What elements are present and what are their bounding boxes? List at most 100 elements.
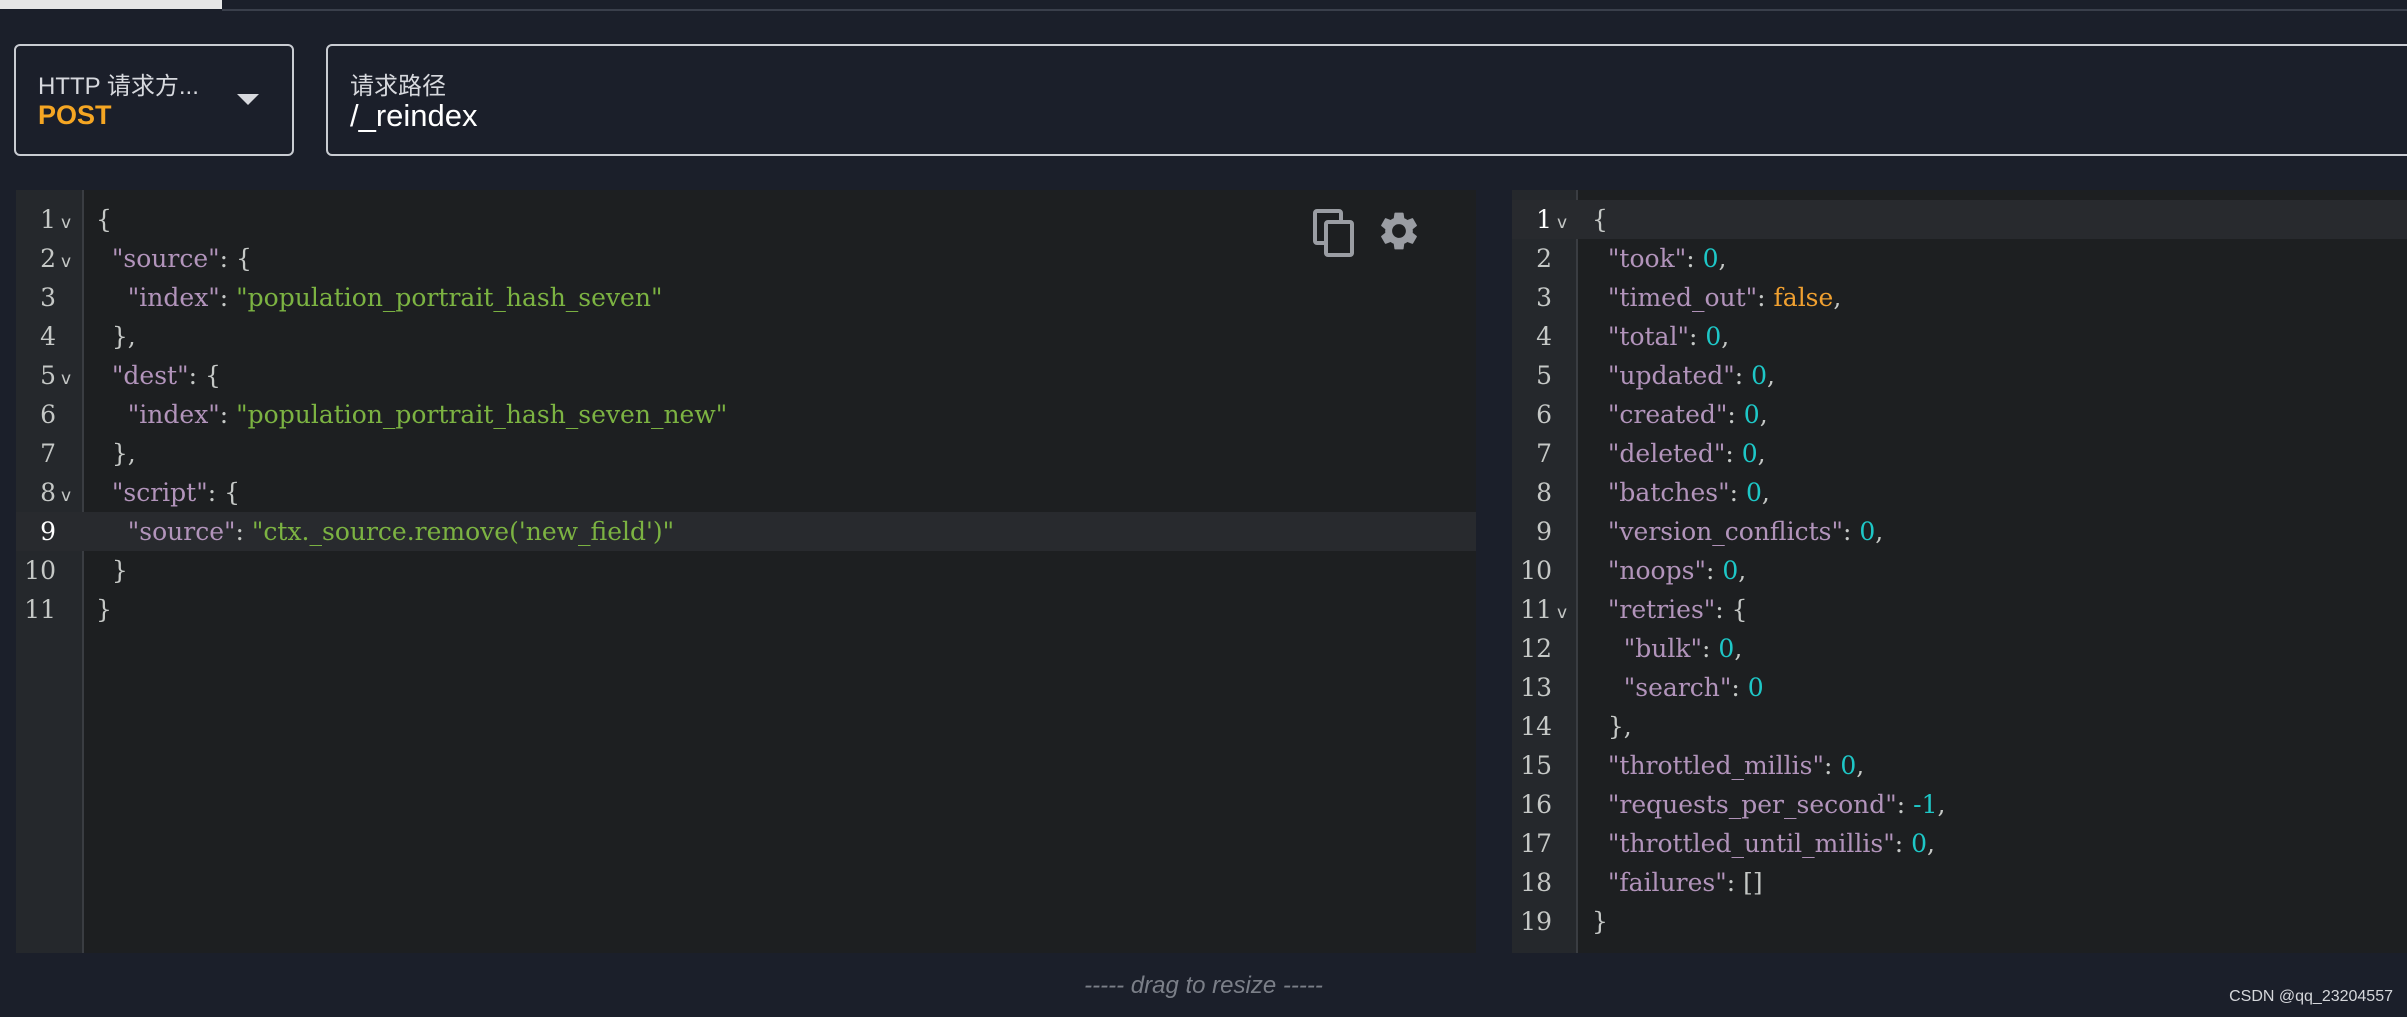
code-line[interactable]: 10 } (16, 551, 1476, 590)
code-text[interactable]: "throttled_until_millis": 0, (1592, 824, 1935, 863)
code-text[interactable]: "took": 0, (1592, 239, 1727, 278)
watermark: CSDN @qq_23204557 (2229, 988, 2393, 1005)
line-number: 5 (40, 361, 56, 390)
http-method-select[interactable]: HTTP 请求方... POST (14, 44, 294, 156)
code-line[interactable]: 18 "failures": [] (1512, 863, 2407, 902)
code-text[interactable]: "version_conflicts": 0, (1592, 512, 1883, 551)
http-method-value: POST (38, 100, 112, 130)
code-text[interactable]: "deleted": 0, (1592, 434, 1766, 473)
code-line[interactable]: 19} (1512, 902, 2407, 941)
line-number: 11 (1520, 595, 1552, 624)
code-line[interactable]: 11 v "retries": { (1512, 590, 2407, 629)
code-text[interactable]: "index": "population_portrait_hash_seven… (96, 278, 663, 317)
code-line[interactable]: 12 "bulk": 0, (1512, 629, 2407, 668)
line-number: 5 (1536, 361, 1552, 390)
code-line[interactable]: 14 }, (1512, 707, 2407, 746)
code-line[interactable]: 8v "script": { (16, 473, 1476, 512)
line-number: 18 (1520, 868, 1552, 897)
line-number: 9 (40, 517, 56, 546)
chevron-down-icon[interactable] (237, 94, 259, 105)
code-line[interactable]: 3 "index": "population_portrait_hash_sev… (16, 278, 1476, 317)
code-text[interactable]: "dest": { (96, 356, 221, 395)
code-text[interactable]: "bulk": 0, (1592, 629, 1742, 668)
fold-toggle-icon[interactable]: v (61, 243, 71, 282)
code-text[interactable]: } (96, 551, 128, 590)
code-text[interactable]: "timed_out": false, (1592, 278, 1841, 317)
line-number: 2 (40, 244, 56, 273)
resize-handle[interactable]: ----- drag to resize ----- (0, 972, 2407, 1000)
code-line[interactable]: 2 "took": 0, (1512, 239, 2407, 278)
code-line[interactable]: 10 "noops": 0, (1512, 551, 2407, 590)
code-text[interactable]: "search": 0 (1592, 668, 1764, 707)
code-text[interactable]: "noops": 0, (1592, 551, 1746, 590)
tab-bar-divider (222, 9, 2407, 11)
line-number: 10 (24, 556, 56, 585)
line-number: 3 (40, 283, 56, 312)
fold-toggle-icon[interactable]: v (61, 360, 71, 399)
code-text[interactable]: }, (96, 434, 136, 473)
request-path-field[interactable]: 请求路径 /_reindex (326, 44, 2407, 156)
gear-icon[interactable] (1376, 208, 1422, 254)
code-text[interactable]: "retries": { (1592, 590, 1748, 629)
code-line[interactable]: 7 "deleted": 0, (1512, 434, 2407, 473)
line-number: 13 (1520, 673, 1552, 702)
fold-toggle-icon[interactable]: v (1557, 204, 1567, 243)
line-number: 16 (1520, 790, 1552, 819)
code-text[interactable]: } (1592, 902, 1608, 941)
code-line[interactable]: 5v "dest": { (16, 356, 1476, 395)
code-line[interactable]: 6 "index": "population_portrait_hash_sev… (16, 395, 1476, 434)
code-line[interactable]: 17 "throttled_until_millis": 0, (1512, 824, 2407, 863)
code-line[interactable]: 11} (16, 590, 1476, 629)
code-line[interactable]: 9 "source": "ctx._source.remove('new_fie… (16, 512, 1476, 551)
line-number: 1 (1536, 205, 1552, 234)
line-number: 6 (1536, 400, 1552, 429)
code-line[interactable]: 8 "batches": 0, (1512, 473, 2407, 512)
code-line[interactable]: 16 "requests_per_second": -1, (1512, 785, 2407, 824)
line-number: 14 (1520, 712, 1552, 741)
fold-toggle-icon[interactable]: v (61, 477, 71, 516)
copy-icon[interactable] (1312, 208, 1356, 258)
code-line[interactable]: 1 v{ (16, 200, 1476, 239)
code-text[interactable]: } (96, 590, 112, 629)
code-text[interactable]: "throttled_millis": 0, (1592, 746, 1864, 785)
code-text[interactable]: "created": 0, (1592, 395, 1768, 434)
code-line[interactable]: 6 "created": 0, (1512, 395, 2407, 434)
line-number: 8 (1536, 478, 1552, 507)
fold-toggle-icon[interactable]: v (61, 204, 71, 243)
response-body-viewer[interactable]: 1 v{2 "took": 0, 3 "timed_out": false, 4 "t… (1512, 190, 2407, 953)
code-text[interactable]: }, (1592, 707, 1632, 746)
line-number: 9 (1536, 517, 1552, 546)
code-text[interactable]: "failures": [] (1592, 863, 1763, 902)
active-tab-indicator (0, 0, 222, 9)
code-text[interactable]: }, (96, 317, 136, 356)
request-path-input[interactable]: /_reindex (350, 98, 478, 134)
fold-toggle-icon[interactable]: v (1557, 594, 1567, 633)
request-path-label: 请求路径 (350, 73, 446, 100)
code-text[interactable]: "updated": 0, (1592, 356, 1775, 395)
code-text[interactable]: "script": { (96, 473, 240, 512)
code-line[interactable]: 5 "updated": 0, (1512, 356, 2407, 395)
code-line[interactable]: 4 "total": 0, (1512, 317, 2407, 356)
code-text[interactable]: "batches": 0, (1592, 473, 1770, 512)
code-line[interactable]: 7 }, (16, 434, 1476, 473)
code-text[interactable]: "source": "ctx._source.remove('new_field… (96, 512, 674, 551)
code-line[interactable]: 13 "search": 0 (1512, 668, 2407, 707)
line-number: 10 (1520, 556, 1552, 585)
code-text[interactable]: { (96, 200, 112, 239)
code-line[interactable]: 2v "source": { (16, 239, 1476, 278)
code-line[interactable]: 9 "version_conflicts": 0, (1512, 512, 2407, 551)
code-text[interactable]: "source": { (96, 239, 252, 278)
code-line[interactable]: 15 "throttled_millis": 0, (1512, 746, 2407, 785)
line-number: 7 (1536, 439, 1552, 468)
code-line[interactable]: 4 }, (16, 317, 1476, 356)
code-text[interactable]: "total": 0, (1592, 317, 1729, 356)
code-line[interactable]: 3 "timed_out": false, (1512, 278, 2407, 317)
request-body-editor[interactable]: 1 v{2 v "source": {3 "index": "population_… (16, 190, 1476, 953)
code-line[interactable]: 1 v{ (1512, 200, 2407, 239)
line-number: 17 (1520, 829, 1552, 858)
line-number: 2 (1536, 244, 1552, 273)
code-text[interactable]: "requests_per_second": -1, (1592, 785, 1946, 824)
line-number: 8 (40, 478, 56, 507)
code-text[interactable]: "index": "population_portrait_hash_seven… (96, 395, 727, 434)
code-text[interactable]: { (1592, 200, 1608, 239)
